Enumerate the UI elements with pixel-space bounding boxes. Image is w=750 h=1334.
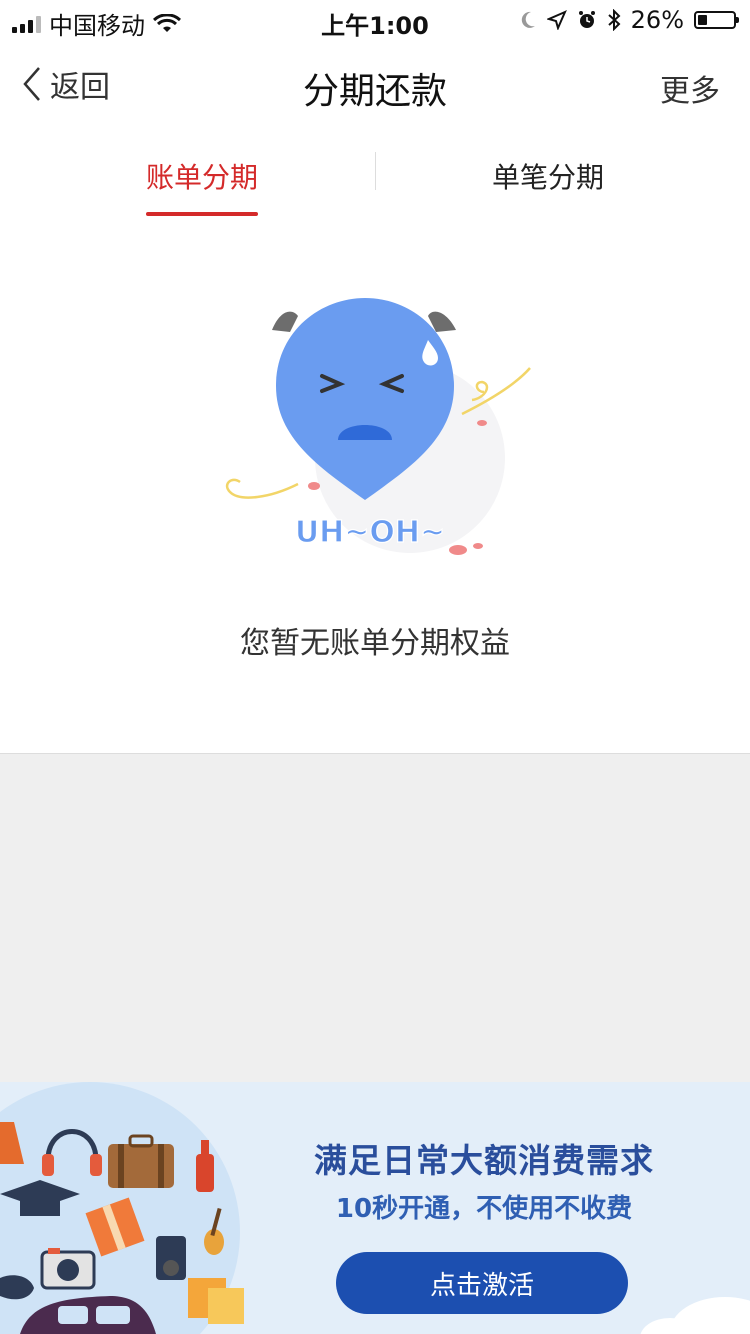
location-icon — [546, 10, 567, 30]
tab-divider — [375, 152, 376, 190]
navigation-bar: 返回 分期还款 更多 — [0, 40, 750, 128]
empty-message: 您暂无账单分期权益 — [240, 626, 510, 661]
page-title: 分期还款 — [302, 71, 447, 112]
alarm-icon — [578, 11, 595, 28]
promo-banner[interactable]: 满足日常大额消费需求 10秒开通，不使用不收费 点击激活 — [0, 1082, 750, 1334]
active-tab-indicator — [146, 212, 258, 216]
shopping-items-illustration — [0, 1082, 244, 1334]
more-button[interactable]: 更多 — [660, 66, 720, 110]
tab-single-installment[interactable]: 单笔分期 — [492, 156, 604, 196]
activate-button[interactable]: 点击激活 — [336, 1252, 628, 1314]
moon-icon — [521, 11, 535, 28]
battery-percent: 26% — [630, 6, 684, 34]
tab-bar: 账单分期 单笔分期 — [0, 128, 750, 218]
battery-icon — [694, 11, 739, 29]
status-right: 26% — [519, 6, 739, 34]
illustration-text: UH~OH~ — [295, 515, 445, 550]
banner-subtitle: 10秒开通，不使用不收费 — [335, 1194, 633, 1224]
status-bar: 中国移动 上午1:00 26% — [0, 0, 750, 40]
bluetooth-icon — [607, 9, 621, 31]
empty-state: UH~OH~ 您暂无账单分期权益 — [0, 218, 750, 754]
sad-mascot-illustration: UH~OH~ — [225, 298, 531, 555]
tab-bill-installment[interactable]: 账单分期 — [146, 156, 258, 196]
banner-title: 满足日常大额消费需求 — [314, 1141, 654, 1180]
